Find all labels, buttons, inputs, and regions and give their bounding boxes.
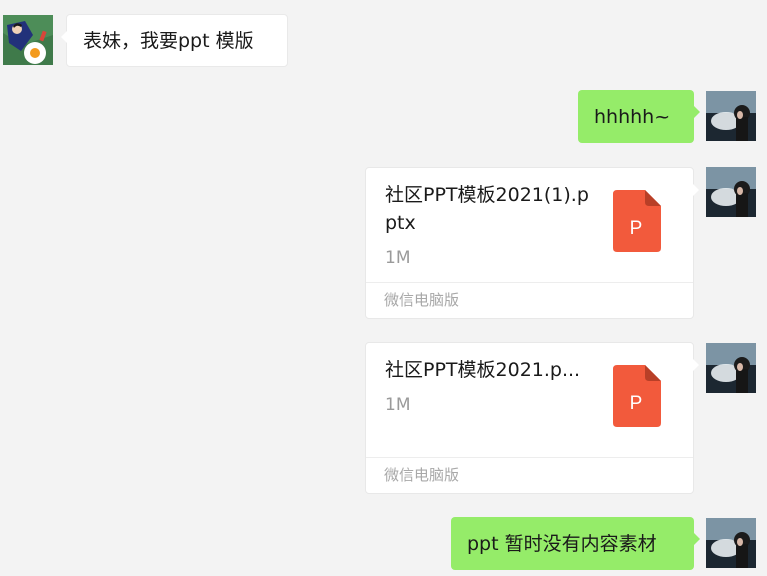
ppt-icon-letter: P [630,218,643,239]
my-avatar-image [706,343,756,393]
message-text: ppt 暂时没有内容素材 [467,532,657,555]
message-bubble-outgoing[interactable]: ppt 暂时没有内容素材 [451,517,700,570]
file-size: 1M [385,395,411,415]
my-avatar-image [706,167,756,217]
my-avatar-image [706,518,756,568]
my-avatar[interactable] [706,343,756,393]
my-avatar[interactable] [706,91,756,141]
file-message-card[interactable]: 社区PPT模板2021(1).pptx 1M P 微信电脑版 [365,167,699,319]
cousin-avatar-image [3,15,53,65]
ppt-icon-letter: P [630,393,643,414]
file-name: 社区PPT模板2021(1).pptx [385,184,589,234]
my-avatar[interactable] [706,167,756,217]
cousin-avatar[interactable] [3,15,53,65]
message-bubble-incoming[interactable]: 表妹，我要ppt 模版 [61,14,288,67]
file-message-card[interactable]: 社区PPT模板2021.p... 1M P 微信电脑版 [365,342,699,494]
message-bubble-outgoing[interactable]: hhhhh~ [578,90,700,143]
file-source-label: 微信电脑版 [366,282,693,318]
file-size: 1M [385,248,411,268]
ppt-file-icon: P [613,190,661,252]
message-text: hhhhh~ [594,105,671,128]
file-name: 社区PPT模板2021.p... [385,359,581,381]
file-source-label: 微信电脑版 [366,457,693,493]
message-text: 表妹，我要ppt 模版 [83,29,254,52]
my-avatar-image [706,91,756,141]
ppt-file-icon: P [613,365,661,427]
my-avatar[interactable] [706,518,756,568]
